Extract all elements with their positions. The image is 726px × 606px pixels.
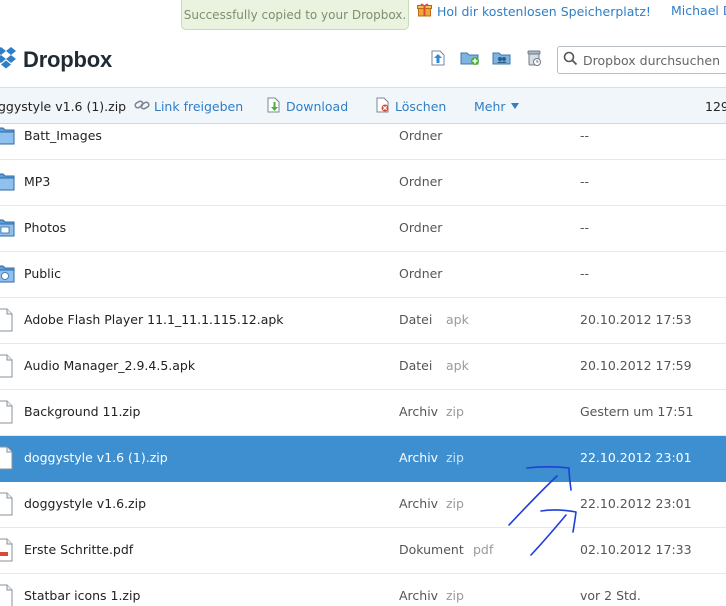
promo-link-text[interactable]: Hol dir kostenlosen Speicherplatz! [437, 4, 651, 19]
file-name[interactable]: Audio Manager_2.9.4.5.apk [24, 344, 195, 388]
pdf-file-icon [0, 538, 15, 562]
file-row[interactable]: Batt_Images Ordner -- [0, 124, 726, 160]
share-link-button[interactable]: Link freigeben [134, 88, 243, 124]
file-row[interactable]: Adobe Flash Player 11.1_11.1.115.12.apk D… [0, 298, 726, 344]
file-modified-date: -- [580, 174, 590, 189]
file-name[interactable]: Public [24, 252, 61, 296]
more-menu-button[interactable]: Mehr [474, 88, 520, 124]
delete-label: Löschen [395, 98, 447, 114]
more-label: Mehr [474, 98, 506, 114]
zip-file-icon [0, 584, 15, 606]
download-button[interactable]: Download [266, 88, 348, 124]
file-kind: Archiv [399, 404, 439, 419]
file-modified-date: vor 2 Std. [580, 588, 641, 603]
file-row[interactable]: Audio Manager_2.9.4.5.apk Datei apk 20.10.2… [0, 344, 726, 390]
file-kind: Archiv [399, 496, 439, 511]
file-name[interactable]: Erste Schritte.pdf [24, 528, 133, 572]
file-extension: zip [446, 588, 464, 603]
file-modified-date: 22.10.2012 23:01 [580, 450, 692, 465]
deleted-files-icon[interactable] [524, 48, 544, 68]
file-modified-date: 20.10.2012 17:59 [580, 358, 692, 373]
file-row[interactable]: Erste Schritte.pdf Dokument pdf 02.10.2012 … [0, 528, 726, 574]
share-link-label: Link freigeben [154, 98, 244, 114]
file-modified-date: -- [580, 220, 590, 235]
file-row[interactable]: Public Ordner -- [0, 252, 726, 298]
file-extension: apk [446, 312, 469, 327]
file-kind: Dokument [399, 542, 464, 557]
photos-folder-icon [0, 216, 15, 240]
user-menu[interactable]: Michael D [671, 2, 726, 20]
toast-message: Successfully copied to your Dropbox. [183, 8, 407, 22]
upload-icon[interactable] [428, 48, 448, 68]
file-row[interactable]: Photos Ordner -- [0, 206, 726, 252]
zip-file-icon [0, 400, 15, 424]
file-extension: zip [446, 450, 464, 465]
logo-text: Dropbox [23, 47, 113, 72]
file-name[interactable]: Batt_Images [24, 124, 102, 158]
file-modified-date: Gestern um 17:51 [580, 404, 694, 419]
file-name[interactable]: MP3 [24, 160, 50, 204]
file-kind: Ordner [399, 220, 443, 235]
file-row[interactable]: Background 11.zip Archiv zip Gestern um 17:… [0, 390, 726, 436]
file-icon [0, 354, 15, 378]
file-kind: Ordner [399, 174, 443, 189]
file-kind: Datei [399, 312, 433, 327]
triangle-down-icon [510, 99, 520, 114]
zip-file-icon [0, 492, 15, 516]
file-row[interactable]: MP3 Ordner -- [0, 160, 726, 206]
file-name[interactable]: Photos [24, 206, 66, 250]
search-icon [563, 51, 578, 70]
folder-icon [0, 124, 15, 148]
file-extension: zip [446, 404, 464, 419]
file-modified-date: 20.10.2012 17:53 [580, 312, 692, 327]
file-extension: zip [446, 496, 464, 511]
file-extension: apk [446, 358, 469, 373]
promo-link[interactable]: Hol dir kostenlosen Speicherplatz! [417, 2, 651, 20]
file-kind: Ordner [399, 128, 443, 143]
file-list: Batt_Images Ordner -- MP3 Ordner -- Photos Ordn… [0, 124, 726, 606]
file-modified-date: -- [580, 128, 590, 143]
file-modified-date: 02.10.2012 17:33 [580, 542, 692, 557]
folder-icon [0, 170, 15, 194]
share-folder-icon[interactable] [492, 48, 512, 68]
link-icon [134, 98, 150, 115]
selected-file-name: ggystyle v1.6 (1).zip [0, 98, 127, 114]
delete-icon [375, 97, 391, 116]
gift-icon [417, 2, 432, 21]
file-kind: Archiv [399, 450, 439, 465]
file-action-bar: ggystyle v1.6 (1).zip Link freigeben Dow… [0, 87, 726, 124]
file-name[interactable]: Background 11.zip [24, 390, 140, 434]
file-kind: Datei [399, 358, 433, 373]
file-row-selected[interactable]: doggystyle v1.6 (1).zip Archiv zip 22.10.20… [0, 436, 726, 482]
file-kind: Ordner [399, 266, 443, 281]
dropbox-logo[interactable]: Dropbox [0, 45, 112, 75]
zip-file-icon [0, 446, 15, 470]
dropbox-window: Successfully copied to your Dropbox. Hol… [0, 0, 726, 606]
file-name[interactable]: Statbar icons 1.zip [24, 574, 140, 606]
delete-button[interactable]: Löschen [375, 88, 446, 124]
file-name[interactable]: doggystyle v1.6 (1).zip [24, 436, 168, 480]
file-extension: pdf [473, 542, 494, 557]
dropbox-box-icon [0, 45, 17, 75]
file-icon [0, 308, 15, 332]
file-count: 129 [705, 98, 726, 114]
download-icon [266, 97, 282, 116]
file-kind: Archiv [399, 588, 439, 603]
file-row[interactable]: Statbar icons 1.zip Archiv zip vor 2 Std. [0, 574, 726, 606]
file-modified-date: -- [580, 266, 590, 281]
public-folder-icon [0, 262, 15, 286]
search-input[interactable] [583, 52, 726, 68]
search-box[interactable] [557, 46, 726, 74]
header-toolbar [428, 48, 544, 68]
success-toast: Successfully copied to your Dropbox. [181, 0, 409, 30]
file-name[interactable]: Adobe Flash Player 11.1_11.1.115.12.apk [24, 298, 284, 342]
new-folder-icon[interactable] [460, 48, 480, 68]
file-name[interactable]: doggystyle v1.6.zip [24, 482, 146, 526]
file-row[interactable]: doggystyle v1.6.zip Archiv zip 22.10.2012 2… [0, 482, 726, 528]
download-label: Download [286, 98, 349, 114]
file-modified-date: 22.10.2012 23:01 [580, 496, 692, 511]
